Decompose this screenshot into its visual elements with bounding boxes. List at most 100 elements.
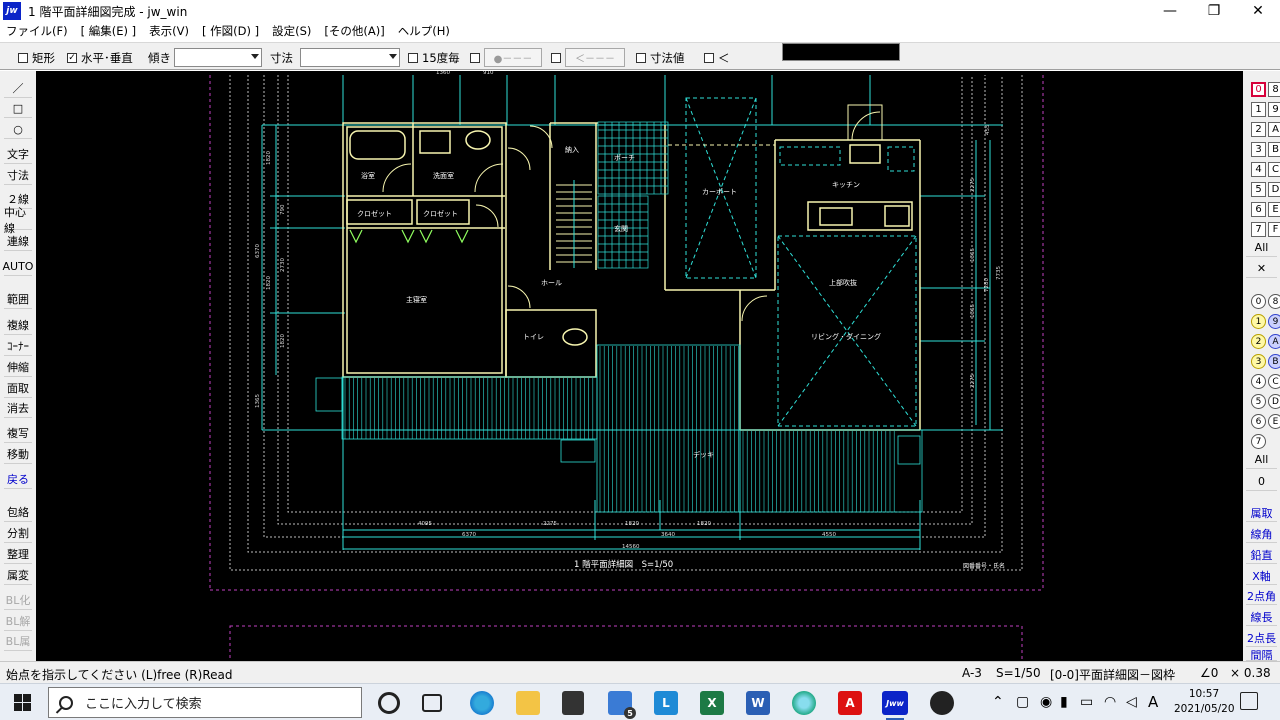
lt-checkbox-box[interactable] (704, 53, 714, 63)
group-button-2[interactable]: 2 (1251, 334, 1266, 349)
mail-icon[interactable]: 5 (608, 691, 636, 719)
drawing-canvas[interactable]: 浴室 洗面室 納入 ポーチ カーポート キッチン クロゼット クロゼット 玄関 … (36, 71, 1243, 661)
tool-range[interactable]: 範囲 (4, 290, 32, 309)
current-layer[interactable]: [0-0]平面詳細図－図枠 (1050, 666, 1175, 683)
scale-indicator[interactable]: S=1/50 (996, 666, 1041, 680)
group-button-4[interactable]: 4 (1251, 374, 1266, 389)
obs-icon[interactable] (930, 691, 954, 715)
device-icon[interactable]: ▢ (1016, 694, 1029, 710)
edge-browser-icon[interactable] (470, 691, 494, 715)
tool-move[interactable]: 移動 (4, 445, 32, 464)
layer-button-D[interactable]: D (1268, 182, 1280, 197)
group-button-1[interactable]: 1 (1251, 314, 1266, 329)
group-button-B[interactable]: B (1268, 354, 1280, 369)
menu-file[interactable]: ファイル(F) (6, 23, 68, 39)
deg15-checkbox[interactable]: 15度毎 (408, 50, 460, 66)
menu-draw[interactable]: [ 作図(D) ] (202, 23, 259, 39)
angle-indicator[interactable]: ∠0 (1200, 666, 1218, 680)
task-view-icon[interactable] (422, 694, 442, 712)
zoom-indicator[interactable]: × 0.38 (1230, 666, 1271, 680)
menu-settings[interactable]: 設定(S) (272, 23, 311, 39)
layer-button-B[interactable]: B (1268, 142, 1280, 157)
tool-attr-change[interactable]: 属変 (4, 566, 32, 585)
tool-corner[interactable]: ｺｰﾅｰ (4, 337, 32, 356)
layer-button-0[interactable]: 0 (1251, 82, 1266, 97)
layer-cross-button[interactable]: ✕ (1246, 260, 1277, 278)
tool-line[interactable]: ／ (4, 79, 32, 98)
group-button-5[interactable]: 5 (1251, 394, 1266, 409)
arrow-start-button[interactable]: ＜－－－ (565, 48, 625, 67)
maximize-button[interactable]: ❐ (1192, 0, 1236, 22)
tool-center-line[interactable]: 中心線 (4, 206, 32, 235)
deg15-checkbox-box[interactable] (408, 53, 418, 63)
tool-auto[interactable]: AUTO (3, 257, 33, 276)
tool-copy[interactable]: 複写 (4, 424, 32, 443)
layer-button-6[interactable]: 6 (1251, 202, 1266, 217)
layer-button-7[interactable]: 7 (1251, 222, 1266, 237)
tool-text[interactable]: 文字 (4, 145, 32, 164)
tool-vertical[interactable]: 鉛直 (1246, 546, 1277, 564)
tool-continuous-line[interactable]: 連線 (4, 232, 32, 251)
acrobat-icon[interactable]: A (838, 691, 862, 715)
tool-2point-angle[interactable]: 2点角 (1246, 587, 1277, 605)
layer-button-A[interactable]: A (1268, 122, 1280, 137)
group-button-0[interactable]: 0 (1251, 294, 1266, 309)
tool-rectangle[interactable]: □ (4, 99, 32, 118)
hv-checkbox-box[interactable]: ✓ (67, 53, 77, 63)
layer-button-3[interactable]: 3 (1251, 142, 1266, 157)
layer-button-9[interactable]: 9 (1268, 102, 1280, 117)
chevron-up-icon[interactable]: ⌃ (992, 694, 1004, 710)
dimval-checkbox-box[interactable] (636, 53, 646, 63)
layer-button-5[interactable]: 5 (1251, 182, 1266, 197)
rect-checkbox[interactable]: 矩形 (18, 50, 55, 66)
hv-checkbox[interactable]: ✓ 水平･垂直 (67, 50, 133, 66)
menu-help[interactable]: ヘルプ(H) (398, 23, 450, 39)
word-icon[interactable]: W (746, 691, 770, 715)
layer-button-8[interactable]: 8 (1268, 82, 1280, 97)
tool-divide[interactable]: 分割 (4, 524, 32, 543)
ime-indicator[interactable]: A (1148, 693, 1158, 711)
tool-dimension[interactable]: 寸法 (4, 166, 32, 185)
close-button[interactable]: ✕ (1236, 0, 1280, 22)
battery-icon[interactable]: ▭ (1080, 694, 1093, 710)
group-button-6[interactable]: 6 (1251, 414, 1266, 429)
lt-checkbox[interactable]: ＜ (704, 50, 730, 66)
paper-size[interactable]: A-3 (962, 666, 982, 680)
tool-2point-length[interactable]: 2点長 (1246, 629, 1277, 647)
taskbar-search[interactable]: ここに入力して検索 (48, 687, 362, 718)
menu-other[interactable]: [その他(A)] (324, 23, 384, 39)
cortana-icon[interactable] (378, 692, 400, 714)
btn1-checkbox[interactable] (470, 53, 480, 63)
notification-icon[interactable] (1240, 692, 1258, 710)
menu-view[interactable]: 表示(V) (149, 23, 189, 39)
camera-icon[interactable]: ◉ (1040, 694, 1052, 710)
tool-organize[interactable]: 整理 (4, 545, 32, 564)
group-button-D[interactable]: D (1268, 394, 1280, 409)
tool-line-angle[interactable]: 線角 (1246, 525, 1277, 543)
tool-undo[interactable]: 戻る (4, 470, 32, 489)
tool-block-explode[interactable]: BL解 (4, 612, 32, 631)
layer-button-E[interactable]: E (1268, 202, 1280, 217)
tool-attr-pick[interactable]: 属取 (1246, 504, 1277, 522)
tool-block-attr[interactable]: BL属 (4, 632, 32, 651)
tool-circle[interactable]: ○ (4, 120, 32, 139)
tool-envelope[interactable]: 包絡 (4, 503, 32, 522)
line-color-swatch[interactable] (782, 43, 900, 61)
layer-button-2[interactable]: 2 (1251, 122, 1266, 137)
tool-extend[interactable]: 伸縮 (4, 358, 32, 377)
layer-button-F[interactable]: F (1268, 222, 1280, 237)
tool-offset-line[interactable]: 複線 (4, 316, 32, 335)
dim-combo[interactable] (300, 48, 400, 67)
group-button-8[interactable]: 8 (1268, 294, 1280, 309)
layer-button-1[interactable]: 1 (1251, 102, 1266, 117)
group-button-9[interactable]: 9 (1268, 314, 1280, 329)
layer-all-button[interactable]: All (1246, 239, 1277, 257)
windows-start-icon[interactable] (14, 694, 31, 711)
group-button-A[interactable]: A (1268, 334, 1280, 349)
line-app-icon[interactable]: L (654, 691, 678, 715)
file-explorer-icon[interactable] (516, 691, 540, 715)
tool-line-length[interactable]: 線長 (1246, 608, 1277, 626)
tool-spacing[interactable]: 間隔 (1246, 649, 1277, 661)
btn2-checkbox[interactable] (551, 53, 561, 63)
internet-explorer-icon[interactable] (792, 691, 816, 715)
